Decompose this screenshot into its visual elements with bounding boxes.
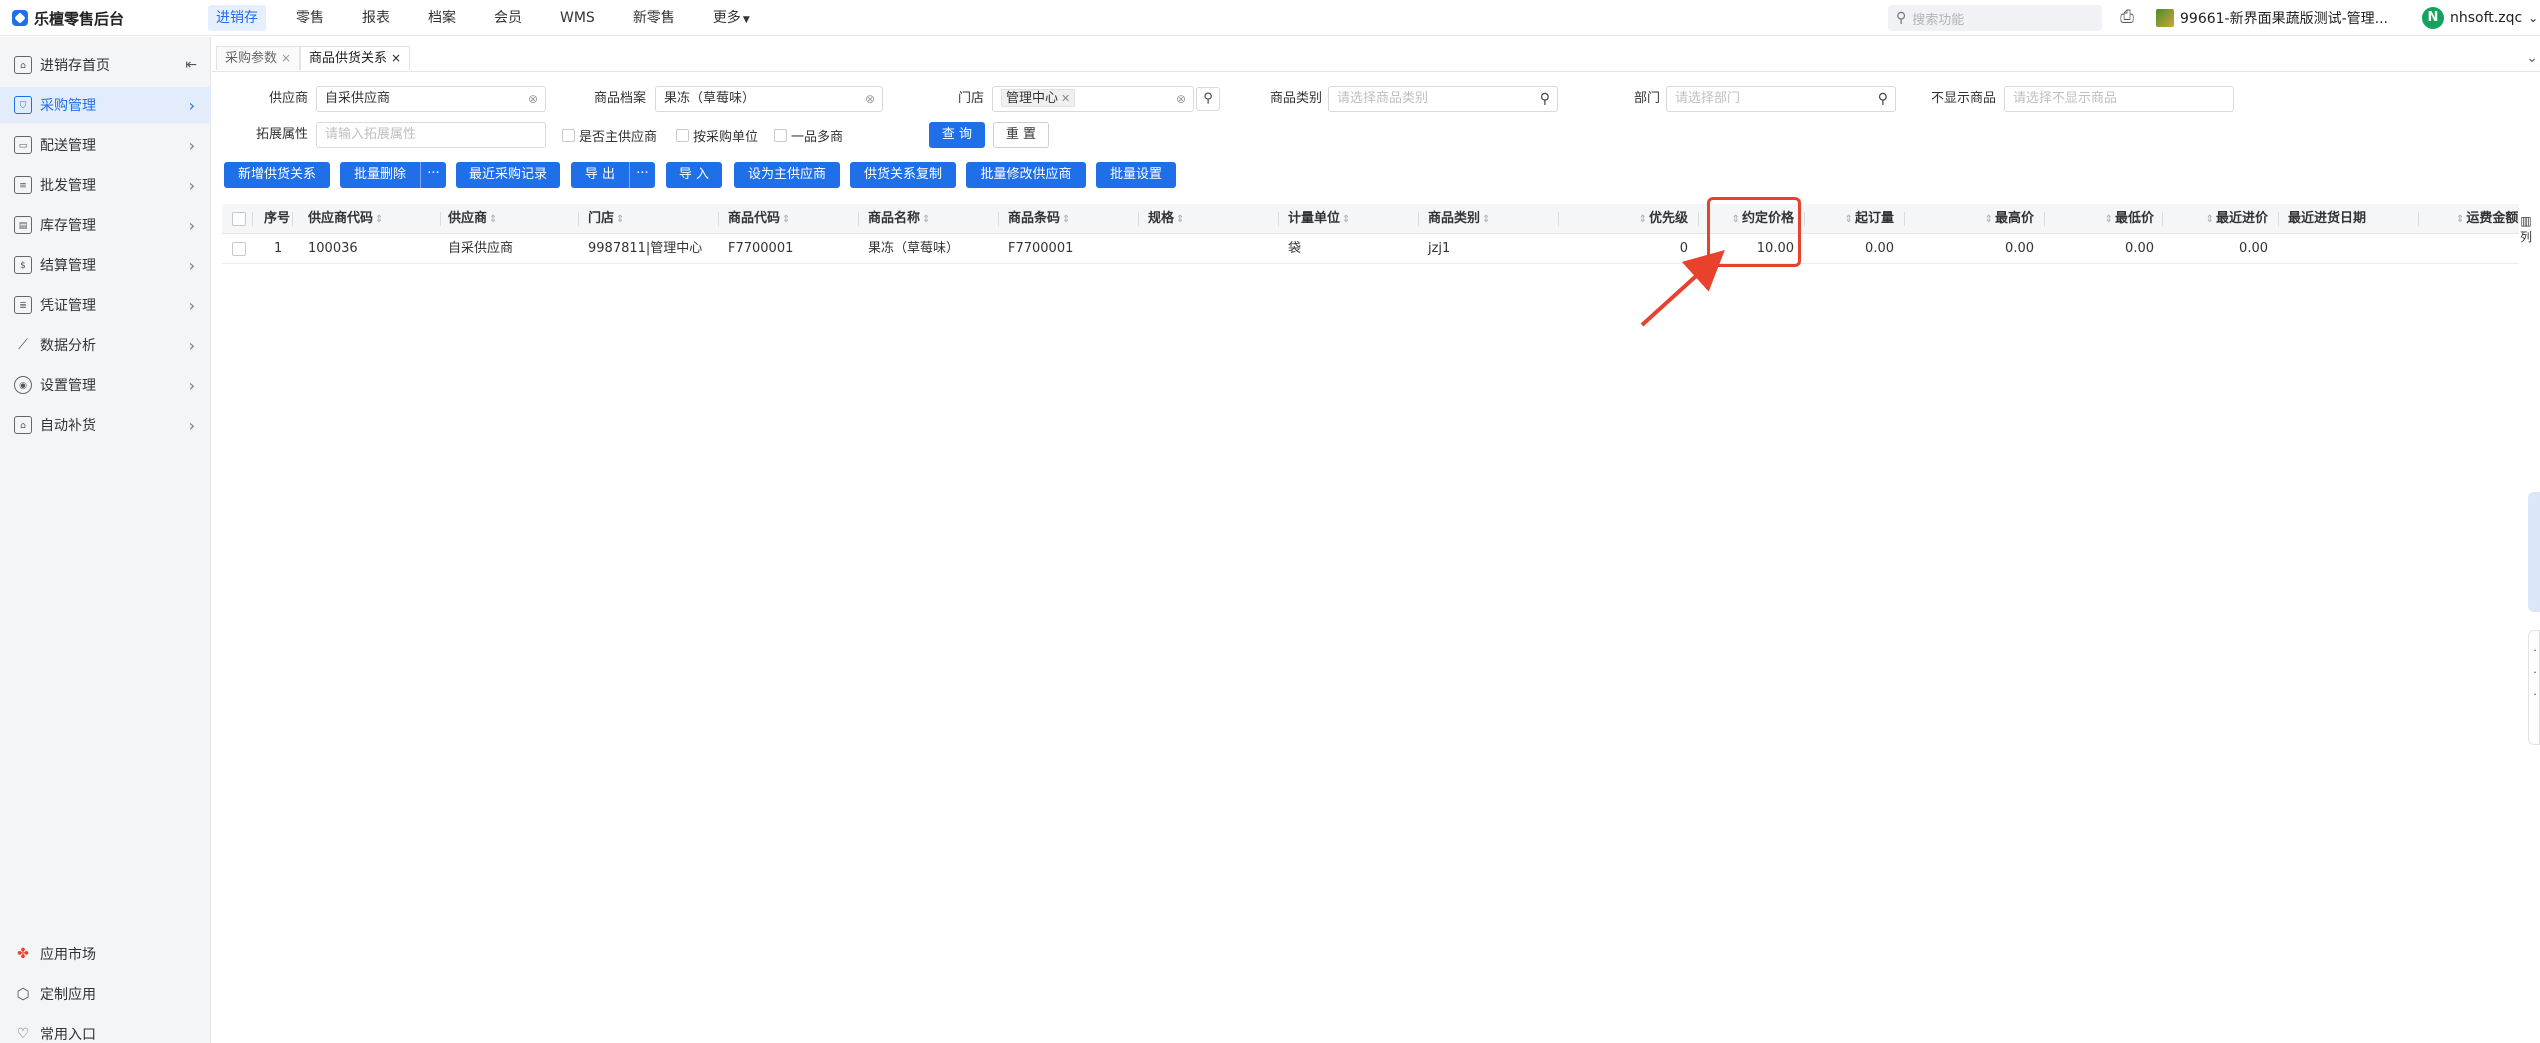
annotation-arrow <box>1640 249 1725 327</box>
rail-dot-icon: · <box>2533 666 2537 679</box>
side-widget-panel[interactable] <box>2528 492 2540 612</box>
rail-dot-icon: · <box>2533 644 2537 657</box>
rail-dot-icon: · <box>2533 688 2537 701</box>
